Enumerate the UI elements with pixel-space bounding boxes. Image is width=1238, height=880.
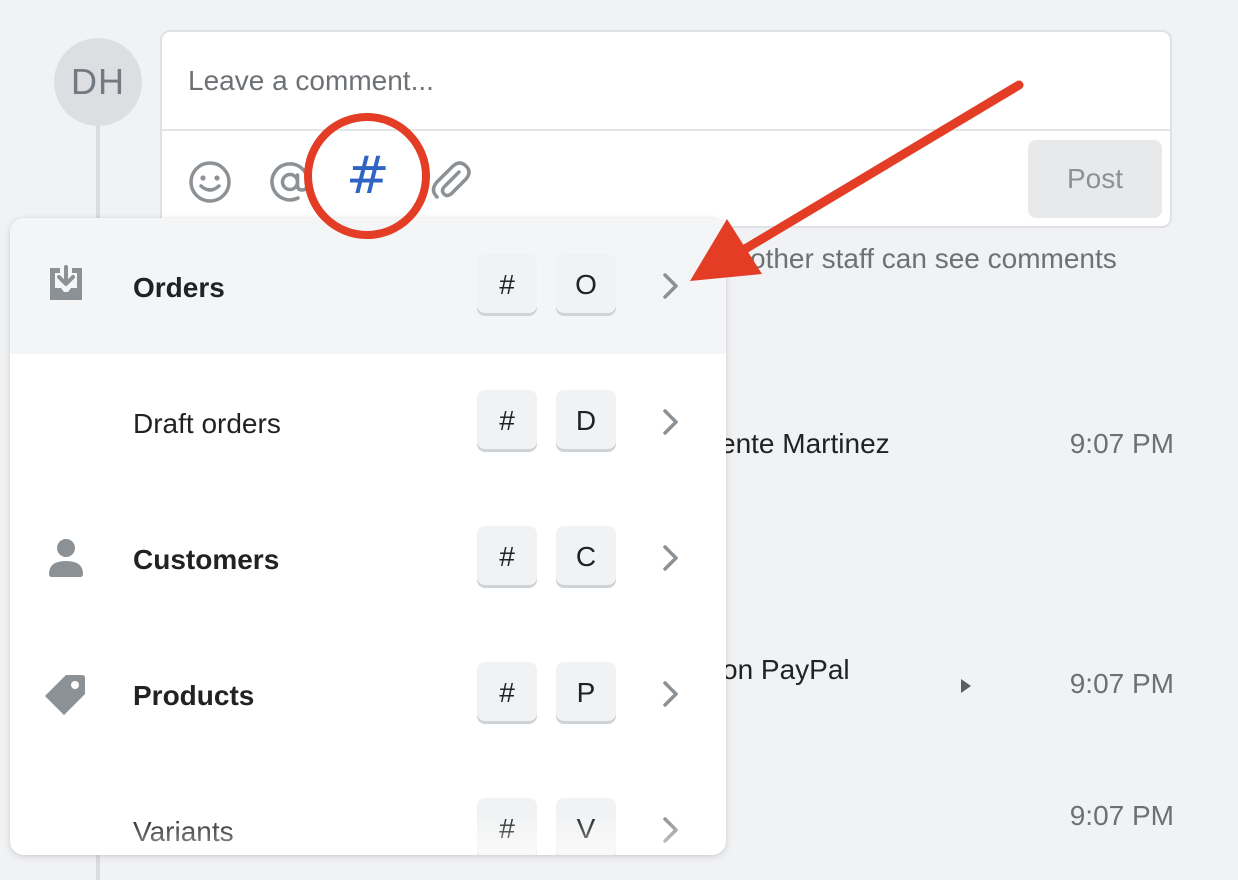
menu-item-label: Draft orders bbox=[133, 408, 281, 439]
menu-item-label: Orders bbox=[133, 272, 225, 303]
menu-item-label: Customers bbox=[133, 544, 280, 575]
expand-caret-icon[interactable] bbox=[958, 674, 974, 698]
timeline-event-text: ente Martinez bbox=[720, 428, 890, 459]
shortcut-key: P bbox=[556, 662, 616, 724]
tag-icon bbox=[44, 672, 88, 716]
emoji-icon[interactable] bbox=[186, 158, 234, 206]
chevron-right-icon bbox=[660, 543, 682, 573]
mention-icon[interactable] bbox=[266, 158, 314, 206]
attachment-icon[interactable] bbox=[426, 158, 474, 206]
menu-item-customers[interactable]: Customers # C bbox=[10, 490, 726, 626]
shortcut-key: O bbox=[556, 254, 616, 316]
timeline-event-text: on PayPal bbox=[722, 654, 850, 685]
shortcut-key: # bbox=[477, 798, 537, 855]
timeline-event-time: 9:07 PM bbox=[1069, 800, 1174, 831]
hashtag-icon[interactable]: # bbox=[346, 150, 390, 202]
comment-visibility-notice: other staff can see comments bbox=[750, 243, 1117, 274]
shortcut-key: C bbox=[556, 526, 616, 588]
timeline-event-time: 9:07 PM bbox=[1069, 428, 1174, 459]
chevron-right-icon bbox=[660, 407, 682, 437]
shortcut-key: D bbox=[556, 390, 616, 452]
menu-item-label: Products bbox=[133, 680, 255, 711]
chevron-right-icon bbox=[660, 271, 682, 301]
comment-divider bbox=[162, 129, 1170, 131]
shortcut-key: # bbox=[477, 390, 537, 452]
hashtag-suggestion-menu: Orders # O Draft orders # D Customers # … bbox=[10, 218, 726, 855]
menu-item-orders[interactable]: Orders # O bbox=[10, 218, 726, 354]
comment-input[interactable] bbox=[162, 32, 1170, 130]
menu-item-products[interactable]: Products # P bbox=[10, 626, 726, 762]
menu-item-variants[interactable]: Variants # V bbox=[10, 762, 726, 855]
menu-item-draft-orders[interactable]: Draft orders # D bbox=[10, 354, 726, 490]
customer-icon bbox=[44, 536, 88, 580]
chevron-right-icon bbox=[660, 679, 682, 709]
post-button[interactable]: Post bbox=[1028, 140, 1162, 218]
orders-icon bbox=[44, 262, 88, 306]
shortcut-key: # bbox=[477, 526, 537, 588]
shortcut-key: # bbox=[477, 662, 537, 724]
comment-box: Post bbox=[160, 30, 1172, 228]
menu-item-label: Variants bbox=[133, 816, 234, 847]
shortcut-key: # bbox=[477, 254, 537, 316]
avatar: DH bbox=[54, 38, 142, 126]
shortcut-key: V bbox=[556, 798, 616, 855]
chevron-right-icon bbox=[660, 815, 682, 845]
timeline-event-time: 9:07 PM bbox=[1069, 668, 1174, 699]
